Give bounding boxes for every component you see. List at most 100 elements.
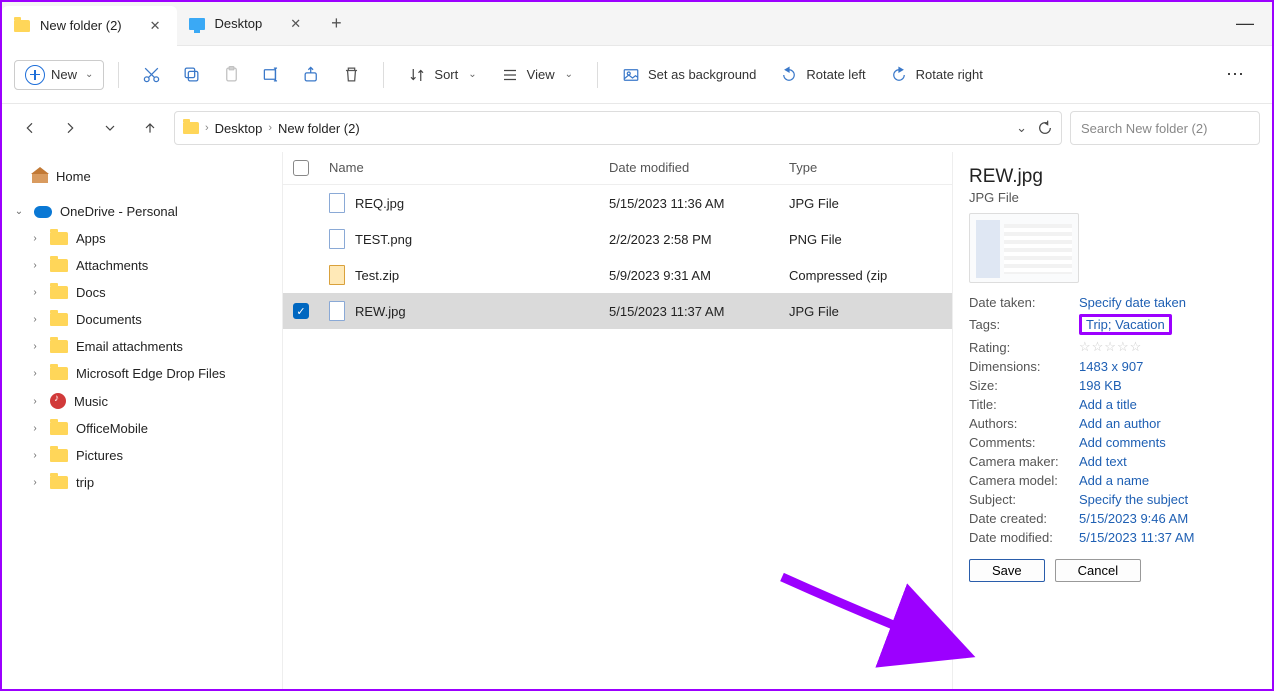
column-date[interactable]: Date modified — [609, 160, 789, 176]
add-tab-button[interactable]: + — [317, 13, 356, 34]
refresh-icon[interactable] — [1037, 120, 1053, 136]
chevron-right-icon[interactable]: › — [28, 423, 42, 434]
folder-icon — [50, 259, 68, 272]
breadcrumb-desktop[interactable]: Desktop — [215, 121, 263, 136]
sort-button[interactable]: Sort ⌄ — [398, 60, 486, 90]
tab-desktop[interactable]: Desktop ✕ — [177, 2, 318, 46]
navbar: › Desktop › New folder (2) ⌄ Search New … — [2, 104, 1272, 152]
meta-label: Size: — [969, 378, 1079, 393]
rating-stars[interactable]: ☆☆☆☆☆ — [1079, 339, 1142, 355]
meta-camera-model[interactable]: Add a name — [1079, 473, 1256, 488]
meta-authors[interactable]: Add an author — [1079, 416, 1256, 431]
share-button[interactable] — [293, 57, 329, 93]
rotate-left-button[interactable]: Rotate left — [770, 60, 875, 90]
close-icon[interactable]: ✕ — [150, 18, 161, 34]
chevron-right-icon[interactable]: › — [28, 450, 42, 461]
file-row[interactable]: Test.zip5/9/2023 9:31 AMCompressed (zip — [283, 257, 952, 293]
chevron-down-icon[interactable]: ⌄ — [1016, 120, 1027, 136]
address-bar[interactable]: › Desktop › New folder (2) ⌄ — [174, 111, 1062, 145]
set-background-button[interactable]: Set as background — [612, 60, 766, 90]
meta-date-created: 5/15/2023 9:46 AM — [1079, 511, 1256, 526]
meta-label: Authors: — [969, 416, 1079, 431]
tab-new-folder-2[interactable]: New folder (2) ✕ — [2, 6, 177, 46]
up-button[interactable] — [134, 112, 166, 144]
sidebar-item-pictures[interactable]: ›Pictures — [8, 442, 274, 469]
sidebar-item-music[interactable]: ›Music — [8, 387, 274, 415]
sidebar-item-officemobile[interactable]: › OfficeMobile — [8, 415, 274, 442]
paste-button[interactable] — [213, 57, 249, 93]
sidebar-item-microsoft-edge-drop-files[interactable]: ›Microsoft Edge Drop Files — [8, 360, 274, 387]
meta-subject[interactable]: Specify the subject — [1079, 492, 1256, 507]
separator — [383, 62, 384, 88]
meta-label: Comments: — [969, 435, 1079, 450]
file-name: Test.zip — [355, 268, 399, 283]
file-icon — [329, 229, 345, 249]
meta-title[interactable]: Add a title — [1079, 397, 1256, 412]
view-icon — [501, 66, 519, 84]
chevron-right-icon[interactable]: › — [28, 287, 42, 298]
meta-camera-maker[interactable]: Add text — [1079, 454, 1256, 469]
select-all-checkbox[interactable] — [293, 160, 309, 176]
folder-icon — [50, 313, 68, 326]
sidebar-item-email-attachments[interactable]: ›Email attachments — [8, 333, 274, 360]
sidebar-onedrive[interactable]: ⌄ OneDrive - Personal — [8, 198, 274, 225]
column-type[interactable]: Type — [789, 160, 942, 176]
chevron-right-icon[interactable]: › — [28, 396, 42, 407]
file-icon — [329, 193, 345, 213]
chevron-right-icon: › — [268, 122, 272, 134]
history-chevron[interactable] — [94, 112, 126, 144]
save-button[interactable]: Save — [969, 559, 1045, 582]
sidebar-item-label: OfficeMobile — [76, 421, 148, 436]
sidebar-home[interactable]: Home — [8, 162, 274, 190]
meta-tags[interactable]: Trip; Vacation — [1086, 317, 1165, 332]
chevron-right-icon[interactable]: › — [28, 260, 42, 271]
meta-comments[interactable]: Add comments — [1079, 435, 1256, 450]
chevron-right-icon[interactable]: › — [28, 233, 42, 244]
cancel-button[interactable]: Cancel — [1055, 559, 1141, 582]
new-label: New — [51, 67, 77, 82]
copy-button[interactable] — [173, 57, 209, 93]
separator — [118, 62, 119, 88]
file-row[interactable]: TEST.png2/2/2023 2:58 PMPNG File — [283, 221, 952, 257]
sidebar-item-docs[interactable]: ›Docs — [8, 279, 274, 306]
folder-icon — [50, 367, 68, 380]
folder-icon — [50, 340, 68, 353]
chevron-down-icon[interactable]: ⌄ — [12, 206, 26, 217]
chevron-right-icon[interactable]: › — [28, 477, 42, 488]
chevron-right-icon[interactable]: › — [28, 314, 42, 325]
forward-button[interactable] — [54, 112, 86, 144]
file-date: 5/9/2023 9:31 AM — [609, 268, 789, 283]
sidebar-item-apps[interactable]: ›Apps — [8, 225, 274, 252]
breadcrumb-new-folder[interactable]: New folder (2) — [278, 121, 360, 136]
sidebar-item-documents[interactable]: › Documents — [8, 306, 274, 333]
file-icon — [329, 301, 345, 321]
view-button[interactable]: View ⌄ — [491, 60, 583, 90]
sidebar-item-label: Attachments — [76, 258, 148, 273]
sidebar-item-trip[interactable]: ›trip — [8, 469, 274, 496]
file-row[interactable]: ✓REW.jpg5/15/2023 11:37 AMJPG File — [283, 293, 952, 329]
rotate-right-button[interactable]: Rotate right — [880, 60, 993, 90]
search-input[interactable]: Search New folder (2) — [1070, 111, 1260, 145]
minimize-icon[interactable]: — — [1218, 13, 1272, 34]
file-checkbox[interactable]: ✓ — [293, 303, 309, 319]
close-icon[interactable]: ✕ — [290, 16, 301, 32]
back-button[interactable] — [14, 112, 46, 144]
rename-button[interactable] — [253, 57, 289, 93]
folder-icon — [14, 20, 30, 32]
chevron-right-icon[interactable]: › — [28, 341, 42, 352]
delete-button[interactable] — [333, 57, 369, 93]
more-button[interactable]: ⋯ — [1212, 64, 1260, 85]
chevron-down-icon: ⌄ — [85, 69, 93, 80]
folder-icon — [50, 232, 68, 245]
folder-icon — [50, 476, 68, 489]
column-name[interactable]: Name — [329, 160, 609, 176]
sidebar-item-attachments[interactable]: › Attachments — [8, 252, 274, 279]
chevron-right-icon[interactable]: › — [28, 368, 42, 379]
cut-button[interactable] — [133, 57, 169, 93]
new-button[interactable]: New ⌄ — [14, 60, 104, 90]
meta-label: Title: — [969, 397, 1079, 412]
sidebar-item-label: Documents — [76, 312, 142, 327]
sidebar: Home ⌄ OneDrive - Personal ›Apps›Attachm… — [2, 152, 282, 689]
file-row[interactable]: REQ.jpg5/15/2023 11:36 AMJPG File — [283, 185, 952, 221]
meta-date-taken[interactable]: Specify date taken — [1079, 295, 1256, 310]
